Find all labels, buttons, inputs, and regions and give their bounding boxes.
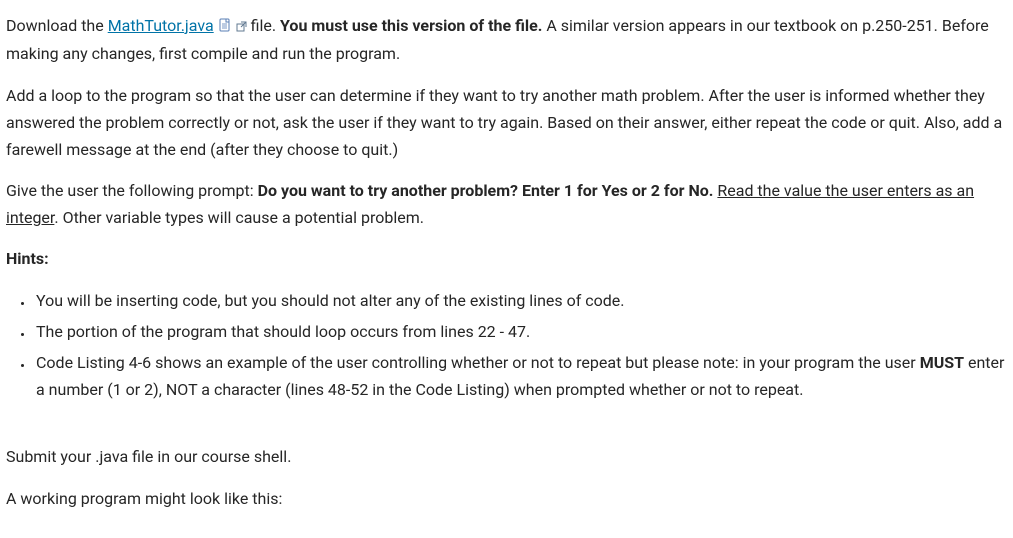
text-prompt-bold: Do you want to try another problem? Ente… xyxy=(258,181,714,200)
list-item: You will be inserting code, but you shou… xyxy=(34,287,1007,314)
spacer xyxy=(6,423,1007,443)
text-prompt-suffix: . Other variable types will cause a pote… xyxy=(54,208,424,227)
paragraph-download: Download the MathTutor.java file. You mu… xyxy=(6,12,1007,68)
file-icon xyxy=(218,13,232,40)
paragraph-submit: Submit your .java file in our course she… xyxy=(6,443,1007,470)
heading-hints: Hints: xyxy=(6,245,1007,272)
text-file-word: file. xyxy=(251,16,280,35)
text-prompt-prefix: Give the user the following prompt: xyxy=(6,181,258,200)
link-mathtutor-java[interactable]: MathTutor.java xyxy=(108,16,214,35)
paragraph-prompt: Give the user the following prompt: Do y… xyxy=(6,177,1007,231)
text-must-use-version: You must use this version of the file. xyxy=(280,16,542,35)
paragraph-add-loop: Add a loop to the program so that the us… xyxy=(6,82,1007,164)
list-item: Code Listing 4-6 shows an example of the… xyxy=(34,349,1007,403)
hints-list: You will be inserting code, but you shou… xyxy=(6,287,1007,404)
external-link-icon xyxy=(236,13,247,40)
text-hint3-prefix: Code Listing 4-6 shows an example of the… xyxy=(36,353,920,372)
paragraph-working-example: A working program might look like this: xyxy=(6,485,1007,512)
list-item: The portion of the program that should l… xyxy=(34,318,1007,345)
text-hint3-must: MUST xyxy=(920,353,964,372)
text-download-prefix: Download the xyxy=(6,16,108,35)
